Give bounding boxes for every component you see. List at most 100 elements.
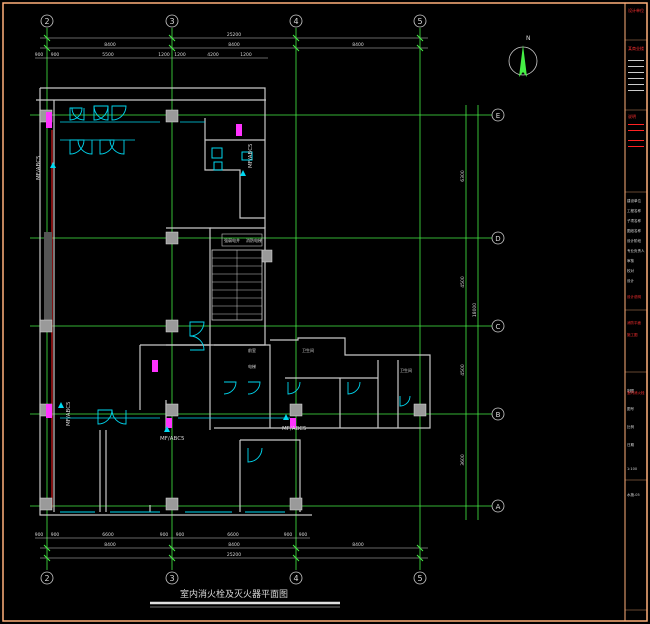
dim-sub: 900 (160, 532, 169, 538)
title-row: 工程名称 (627, 208, 641, 213)
dim-sub: 4200 (207, 52, 219, 58)
cad-drawing: 2 3 4 5 2 3 4 5 E D C B A 25200 8400 840… (2, 2, 648, 622)
title-red-item: 室内消火栓 (627, 390, 645, 395)
dim-sub: 1200 (158, 52, 170, 58)
dim-sub: 900 (284, 532, 293, 538)
dim-span: 8400 (228, 542, 240, 548)
dim-span: 3600 (460, 454, 466, 466)
title-row: 比例 (627, 424, 635, 429)
dim-sub: 6600 (102, 532, 114, 538)
extinguisher-label: MF/ABC5 (160, 436, 185, 442)
dim-text-bottom: 25200 8400 8400 8400 900 900 6600 900 90… (35, 532, 364, 558)
axis-labels-right: E D C B A (495, 112, 500, 511)
dim-span: 4500 (460, 364, 466, 376)
axis-label: 2 (44, 574, 49, 583)
axis-label: 2 (44, 17, 49, 26)
room-label: 消防电梯 (246, 237, 262, 243)
extinguisher-label: MF/ABC5 (282, 426, 307, 432)
title-row: 建设单位 (627, 198, 641, 203)
extinguisher-labels: MF/ABC5 MF/ABC5 MF/ABC5 MF/ABC5 MF/ABC5 (36, 143, 307, 442)
walls (36, 87, 431, 516)
axis-label: 5 (417, 574, 422, 583)
drawing-title-block: 室内消火栓及灭火器平面图 (150, 588, 340, 608)
title-row: 设计 (627, 278, 635, 283)
title-block: 设计单位 某商业楼 说明 建设单位 工程名称 子项名称 图纸名称 设计阶段 专业… (625, 7, 647, 611)
hydrant-box (152, 360, 158, 372)
dim-sub: 900 (51, 532, 60, 538)
equipment-box (211, 147, 223, 159)
title-row: 设计阶段 (627, 238, 641, 243)
dim-sub: 900 (176, 532, 185, 538)
dim-sub: 900 (299, 532, 308, 538)
title-row: 图号 (627, 406, 635, 411)
sheet-frame (2, 2, 648, 622)
dim-sub: 1200 (240, 52, 252, 58)
dim-sub: 900 (35, 52, 44, 58)
hydrant-box (236, 124, 242, 136)
dim-sub: 1200 (174, 52, 186, 58)
north-arrow: N (508, 35, 538, 77)
dim-span: 8400 (104, 542, 116, 548)
dim-span: 8400 (352, 542, 364, 548)
dim-total-bottom: 25200 (227, 552, 241, 558)
fire-equipment (46, 112, 296, 432)
title-red-item: 消防平面 (627, 320, 641, 325)
axis-label: C (496, 323, 501, 331)
axis-label: 4 (293, 17, 298, 26)
dim-span: 8400 (352, 42, 364, 48)
dim-sub: 900 (51, 52, 60, 58)
north-label: N (526, 35, 531, 42)
dim-text-right: 18000 6300 4500 4500 3600 (460, 170, 478, 466)
dim-total-right: 18000 (472, 303, 478, 317)
room-label: 卫生间 (302, 347, 314, 353)
dim-span: 6300 (460, 170, 466, 182)
title-block-project: 某商业楼 (628, 45, 644, 51)
dim-text-top: 25200 8400 8400 8400 900 900 5500 1200 1… (35, 32, 364, 58)
drawing-title: 室内消火栓及灭火器平面图 (180, 588, 288, 600)
title-red-item: 施工图 (627, 332, 638, 337)
title-row: 专业负责人 (627, 248, 645, 253)
dim-span: 8400 (104, 42, 116, 48)
dim-total-top: 25200 (227, 32, 241, 38)
wall-segment (44, 232, 52, 332)
title-scale: 1:100 (627, 467, 637, 471)
axis-label: 3 (169, 17, 174, 26)
axis-label: 5 (417, 17, 422, 26)
door-swings (69, 105, 411, 463)
hydrant-box (46, 112, 52, 128)
extinguisher-label: MF/ABC5 (66, 401, 72, 426)
title-sheet: 水施-05 (627, 492, 640, 497)
dim-sub: 900 (35, 532, 44, 538)
notes-title: 说明 (628, 113, 636, 119)
axis-label: 4 (293, 574, 298, 583)
equipment-box (213, 161, 223, 171)
extinguisher-label: MF/ABC5 (248, 143, 254, 168)
title-row: 子项名称 (627, 218, 641, 223)
room-label: 前室 (248, 347, 256, 353)
title-strip-border (624, 2, 648, 622)
title-row: 审核 (627, 258, 635, 263)
title-row: 图纸名称 (627, 228, 641, 233)
axis-bubbles-right (491, 108, 505, 513)
room-label: 强弱电井 (224, 237, 240, 243)
axis-label: B (496, 411, 501, 419)
room-labels: 强弱电井 消防电梯 前室 电梯 卫生间 卫生间 (224, 237, 412, 373)
axis-labels-top: 2 3 4 5 2 3 4 5 (44, 17, 422, 583)
hydrant-box (46, 404, 52, 418)
axis-label: 3 (169, 574, 174, 583)
dim-span: 8400 (228, 42, 240, 48)
title-row: 校对 (627, 268, 635, 273)
axis-label: E (496, 112, 500, 120)
room-label: 卫生间 (400, 367, 412, 373)
room-label: 电梯 (248, 363, 256, 369)
stair-core (211, 233, 263, 321)
dim-sub: 5500 (102, 52, 114, 58)
title-row: 日期 (627, 442, 635, 447)
dim-sub: 6600 (227, 532, 239, 538)
axis-label: A (496, 503, 501, 511)
title-red-item: 设计说明 (627, 294, 641, 299)
title-block-header: 设计单位 (628, 7, 644, 13)
dim-span: 4500 (460, 276, 466, 288)
axis-label: D (495, 235, 500, 243)
extinguisher-label: MF/ABC5 (36, 155, 42, 180)
